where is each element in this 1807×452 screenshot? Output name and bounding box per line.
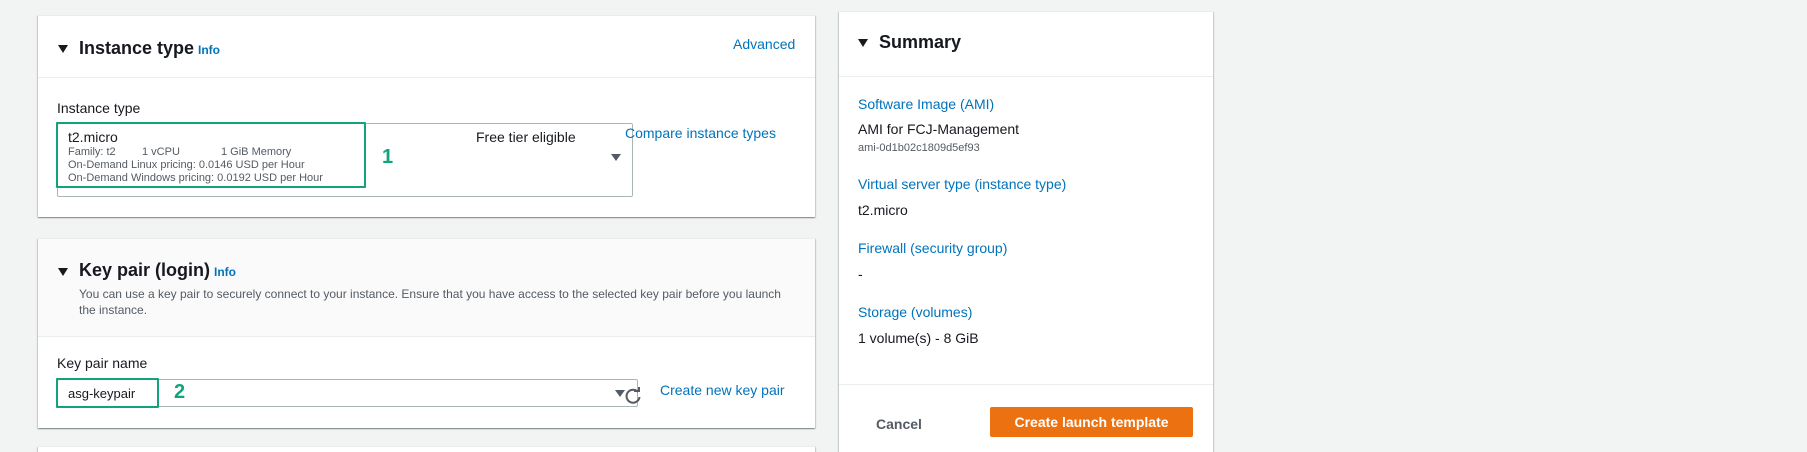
create-launch-template-button[interactable]: Create launch template bbox=[990, 407, 1193, 437]
cancel-button[interactable]: Cancel bbox=[859, 412, 939, 436]
create-new-key-pair-link[interactable]: Create new key pair bbox=[660, 382, 785, 398]
summary-ami-label[interactable]: Software Image (AMI) bbox=[858, 96, 994, 112]
caret-down-icon[interactable] bbox=[858, 39, 868, 47]
summary-ami-value: AMI for FCJ-Management bbox=[858, 121, 1020, 137]
key-pair-title: Key pair (login) bbox=[79, 260, 211, 280]
advanced-link[interactable]: Advanced bbox=[733, 36, 795, 52]
instance-type-highlight bbox=[56, 122, 366, 188]
summary-storage-value: 1 volume(s) - 8 GiB bbox=[858, 330, 979, 346]
key-pair-highlight bbox=[56, 378, 159, 408]
summary-firewall-value: - bbox=[858, 266, 863, 282]
summary-storage-label[interactable]: Storage (volumes) bbox=[858, 304, 972, 320]
dropdown-caret-icon[interactable] bbox=[611, 154, 621, 161]
instance-type-title: Instance type bbox=[79, 38, 195, 58]
instance-type-header[interactable]: Instance type Info Advanced bbox=[38, 16, 815, 78]
summary-title: Summary bbox=[879, 32, 962, 52]
summary-instance-type-value: t2.micro bbox=[858, 202, 908, 218]
instance-type-panel: Instance type Info Advanced Instance typ… bbox=[38, 15, 815, 217]
instance-type-info-link[interactable]: Info bbox=[198, 43, 220, 57]
key-pair-field-label: Key pair name bbox=[57, 355, 148, 371]
callout-number-2: 2 bbox=[174, 381, 186, 403]
summary-header[interactable]: Summary bbox=[839, 12, 1213, 77]
summary-panel: Summary Software Image (AMI) AMI for FCJ… bbox=[839, 11, 1213, 452]
compare-instance-types-link[interactable]: Compare instance types bbox=[625, 125, 776, 141]
callout-number-1: 1 bbox=[382, 146, 394, 168]
free-tier-badge: Free tier eligible bbox=[476, 129, 576, 145]
summary-firewall-label[interactable]: Firewall (security group) bbox=[858, 240, 1007, 256]
key-pair-panel: Key pair (login) Info You can use a key … bbox=[38, 238, 815, 428]
caret-down-icon[interactable] bbox=[58, 268, 68, 276]
key-pair-description: You can use a key pair to securely conne… bbox=[79, 287, 781, 317]
caret-down-icon[interactable] bbox=[58, 45, 68, 53]
summary-ami-id: ami-0d1b02c1809d5ef93 bbox=[858, 142, 980, 154]
next-panel-edge bbox=[38, 446, 815, 452]
key-pair-header[interactable]: Key pair (login) Info You can use a key … bbox=[38, 239, 815, 337]
instance-type-field-label: Instance type bbox=[57, 100, 141, 116]
summary-instance-type-label[interactable]: Virtual server type (instance type) bbox=[858, 176, 1066, 192]
summary-footer-divider bbox=[839, 384, 1213, 385]
refresh-icon[interactable] bbox=[623, 386, 643, 406]
key-pair-info-link[interactable]: Info bbox=[214, 265, 236, 279]
